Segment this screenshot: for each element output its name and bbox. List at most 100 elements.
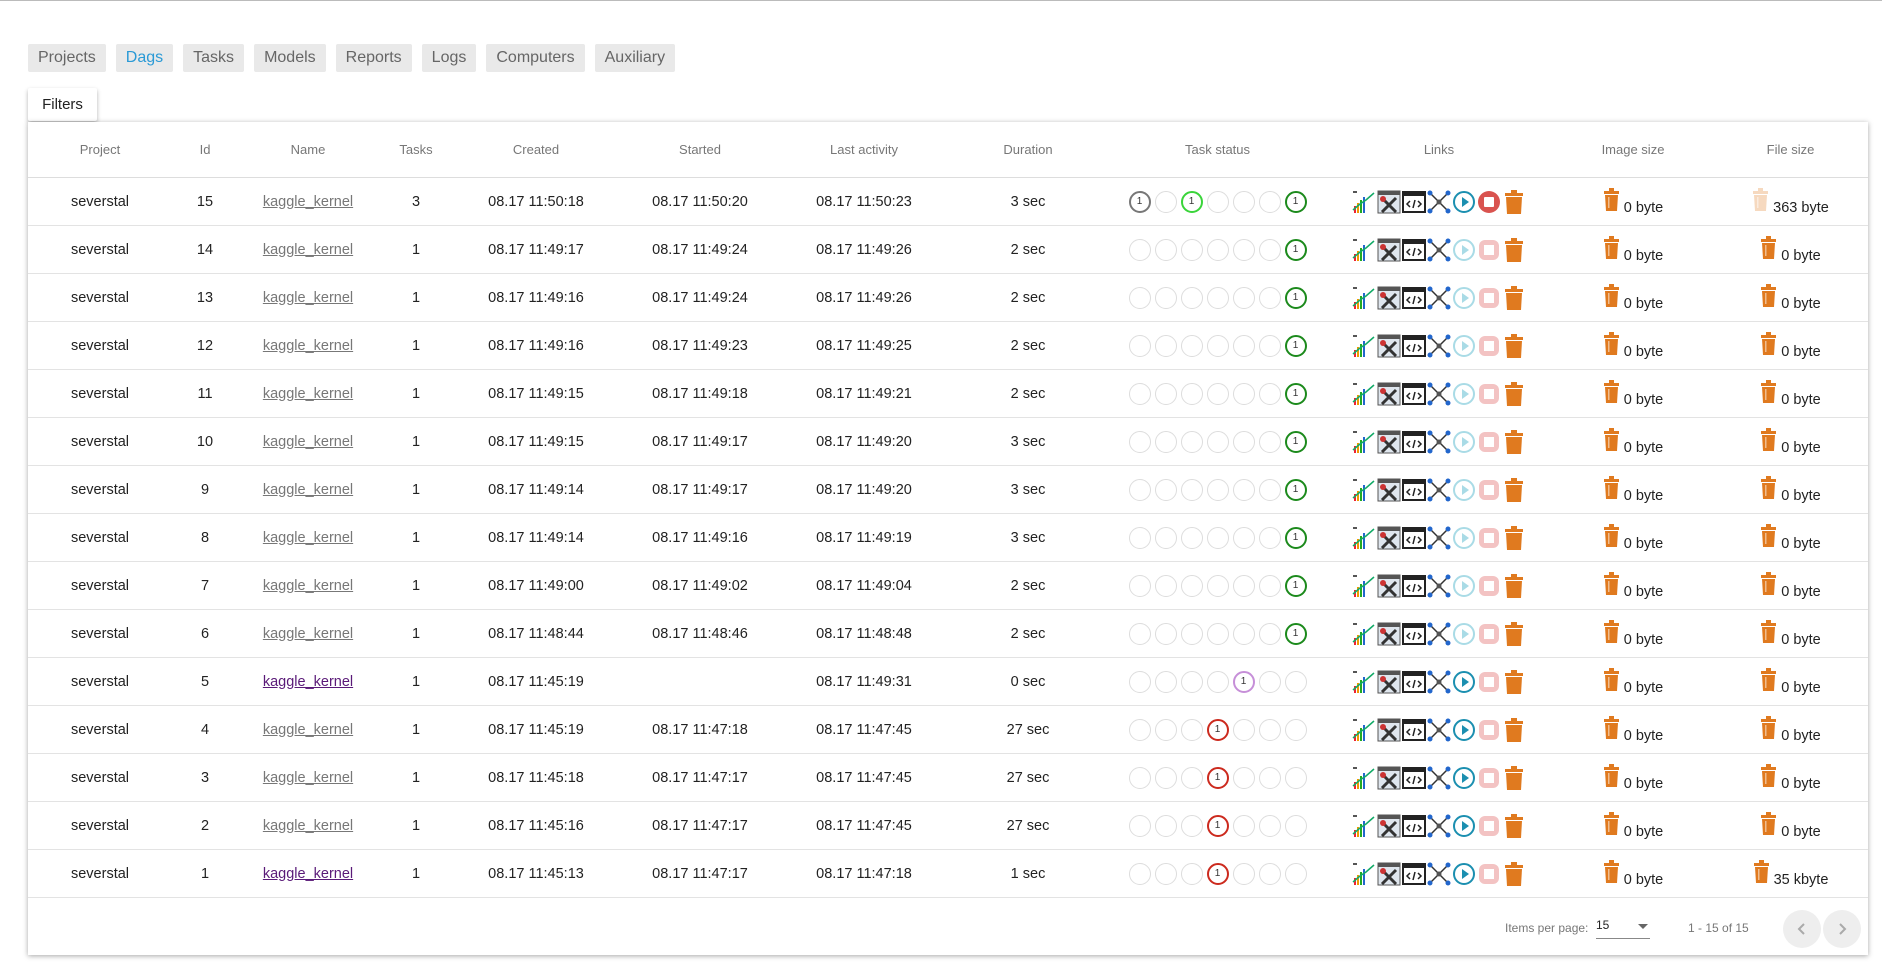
- play-icon[interactable]: [1452, 478, 1476, 502]
- chart-icon[interactable]: [1352, 670, 1376, 694]
- trash-icon[interactable]: [1502, 525, 1526, 550]
- stop-icon[interactable]: [1477, 526, 1501, 550]
- status-circle[interactable]: [1128, 430, 1151, 453]
- stop-icon[interactable]: [1477, 670, 1501, 694]
- status-circle[interactable]: 1: [1284, 286, 1307, 309]
- status-circle[interactable]: 1: [1284, 574, 1307, 597]
- status-circle[interactable]: [1154, 526, 1177, 549]
- trash-icon[interactable]: [1502, 813, 1526, 838]
- status-circle[interactable]: [1154, 334, 1177, 357]
- chart-icon[interactable]: [1352, 718, 1376, 742]
- chart-icon[interactable]: [1352, 814, 1376, 838]
- dag-name-link[interactable]: kaggle_kernel: [263, 434, 353, 450]
- trash-icon[interactable]: [1502, 477, 1526, 502]
- trash-icon[interactable]: [1760, 571, 1777, 600]
- trash-icon[interactable]: [1603, 619, 1620, 648]
- status-circle[interactable]: [1180, 238, 1203, 261]
- chart-icon[interactable]: [1352, 574, 1376, 598]
- dag-name-link[interactable]: kaggle_kernel: [263, 818, 353, 834]
- status-circle[interactable]: [1284, 718, 1307, 741]
- stop-icon[interactable]: [1477, 766, 1501, 790]
- trash-icon[interactable]: [1603, 187, 1620, 216]
- code-icon[interactable]: [1402, 862, 1426, 886]
- graph-icon[interactable]: [1427, 286, 1451, 310]
- play-icon[interactable]: [1452, 814, 1476, 838]
- play-icon[interactable]: [1452, 190, 1476, 214]
- trash-icon[interactable]: [1760, 475, 1777, 504]
- status-circle[interactable]: [1258, 382, 1281, 405]
- play-icon[interactable]: [1452, 862, 1476, 886]
- status-circle[interactable]: [1128, 382, 1151, 405]
- stop-icon[interactable]: [1477, 238, 1501, 262]
- status-circle[interactable]: [1258, 238, 1281, 261]
- graph-icon[interactable]: [1427, 382, 1451, 406]
- status-circle[interactable]: [1154, 718, 1177, 741]
- status-circle[interactable]: [1206, 238, 1229, 261]
- status-circle[interactable]: [1206, 478, 1229, 501]
- dag-name-link[interactable]: kaggle_kernel: [263, 578, 353, 594]
- status-circle[interactable]: [1258, 574, 1281, 597]
- status-circle[interactable]: [1128, 574, 1151, 597]
- trash-icon[interactable]: [1502, 717, 1526, 742]
- config-tools-icon[interactable]: [1377, 670, 1401, 694]
- status-circle[interactable]: [1258, 862, 1281, 885]
- status-circle[interactable]: [1258, 814, 1281, 837]
- status-circle[interactable]: [1284, 814, 1307, 837]
- config-tools-icon[interactable]: [1377, 766, 1401, 790]
- status-circle[interactable]: [1232, 430, 1255, 453]
- status-circle[interactable]: [1154, 766, 1177, 789]
- status-circle[interactable]: [1232, 334, 1255, 357]
- play-icon[interactable]: [1452, 670, 1476, 694]
- stop-icon[interactable]: [1477, 862, 1501, 886]
- status-circle[interactable]: [1154, 670, 1177, 693]
- trash-icon[interactable]: [1760, 715, 1777, 744]
- status-circle[interactable]: [1128, 526, 1151, 549]
- graph-icon[interactable]: [1427, 670, 1451, 694]
- status-circle[interactable]: 1: [1206, 766, 1229, 789]
- config-tools-icon[interactable]: [1377, 382, 1401, 406]
- status-circle[interactable]: 1: [1284, 430, 1307, 453]
- next-page-button[interactable]: [1823, 910, 1861, 948]
- config-tools-icon[interactable]: [1377, 238, 1401, 262]
- status-circle[interactable]: [1258, 334, 1281, 357]
- stop-icon[interactable]: [1477, 190, 1501, 214]
- status-circle[interactable]: [1128, 766, 1151, 789]
- status-circle[interactable]: 1: [1206, 814, 1229, 837]
- play-icon[interactable]: [1452, 286, 1476, 310]
- trash-icon[interactable]: [1603, 379, 1620, 408]
- status-circle[interactable]: [1128, 862, 1151, 885]
- trash-icon[interactable]: [1502, 429, 1526, 454]
- status-circle[interactable]: [1206, 526, 1229, 549]
- code-icon[interactable]: [1402, 430, 1426, 454]
- chart-icon[interactable]: [1352, 766, 1376, 790]
- status-circle[interactable]: [1180, 478, 1203, 501]
- dag-name-link[interactable]: kaggle_kernel: [263, 242, 353, 258]
- status-circle[interactable]: [1180, 814, 1203, 837]
- play-icon[interactable]: [1452, 718, 1476, 742]
- chart-icon[interactable]: [1352, 334, 1376, 358]
- status-circle[interactable]: [1232, 574, 1255, 597]
- chart-icon[interactable]: [1352, 430, 1376, 454]
- status-circle[interactable]: [1180, 622, 1203, 645]
- status-circle[interactable]: [1232, 862, 1255, 885]
- trash-icon[interactable]: [1502, 381, 1526, 406]
- play-icon[interactable]: [1452, 334, 1476, 358]
- trash-icon[interactable]: [1760, 283, 1777, 312]
- play-icon[interactable]: [1452, 526, 1476, 550]
- status-circle[interactable]: [1180, 382, 1203, 405]
- previous-page-button[interactable]: [1783, 910, 1821, 948]
- status-circle[interactable]: [1180, 430, 1203, 453]
- status-circle[interactable]: [1154, 814, 1177, 837]
- status-circle[interactable]: [1206, 382, 1229, 405]
- status-circle[interactable]: [1154, 430, 1177, 453]
- stop-icon[interactable]: [1477, 286, 1501, 310]
- status-circle[interactable]: 1: [1284, 334, 1307, 357]
- stop-icon[interactable]: [1477, 718, 1501, 742]
- status-circle[interactable]: [1258, 478, 1281, 501]
- chart-icon[interactable]: [1352, 238, 1376, 262]
- status-circle[interactable]: [1206, 286, 1229, 309]
- items-per-page-select[interactable]: 15: [1596, 918, 1650, 939]
- status-circle[interactable]: [1258, 670, 1281, 693]
- config-tools-icon[interactable]: [1377, 622, 1401, 646]
- trash-icon[interactable]: [1760, 811, 1777, 840]
